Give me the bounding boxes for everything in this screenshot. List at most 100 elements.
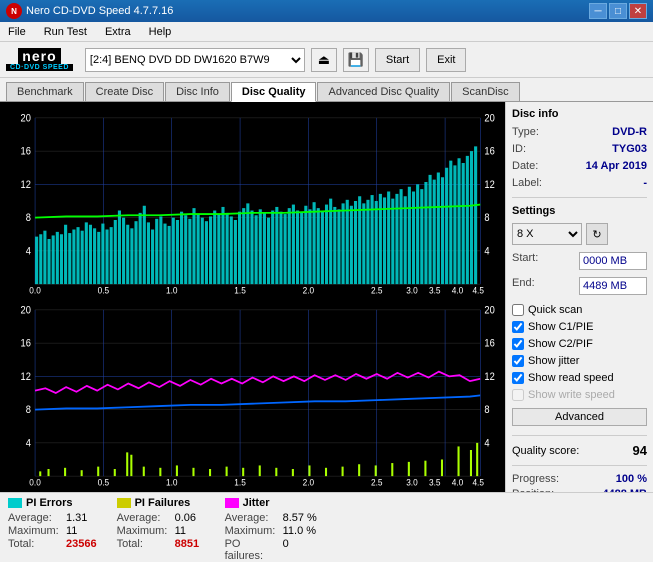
svg-text:0.0: 0.0 bbox=[29, 477, 41, 488]
show-c1-label: Show C1/PIE bbox=[528, 321, 593, 333]
speed-select[interactable]: 8 X bbox=[512, 223, 582, 245]
titlebar: N Nero CD-DVD Speed 4.7.7.16 ─ □ ✕ bbox=[0, 0, 653, 22]
tab-benchmark[interactable]: Benchmark bbox=[6, 82, 84, 101]
svg-text:0.0: 0.0 bbox=[29, 285, 41, 296]
svg-text:16: 16 bbox=[484, 338, 495, 350]
svg-text:20: 20 bbox=[484, 305, 495, 317]
label-row: Label: - bbox=[512, 177, 647, 189]
jitter-legend bbox=[225, 498, 239, 508]
menu-run-test[interactable]: Run Test bbox=[40, 24, 91, 40]
titlebar-buttons: ─ □ ✕ bbox=[589, 3, 647, 19]
svg-text:4: 4 bbox=[26, 246, 32, 258]
pi-failures-avg-value: 0.06 bbox=[175, 512, 205, 524]
jitter-group: Jitter Average: 8.57 % Maximum: 11.0 % P… bbox=[225, 497, 317, 558]
drive-select[interactable]: [2:4] BENQ DVD DD DW1620 B7W9 bbox=[85, 48, 305, 72]
jitter-max-row: Maximum: 11.0 % bbox=[225, 525, 317, 537]
pi-errors-group: PI Errors Average: 1.31 Maximum: 11 Tota… bbox=[8, 497, 97, 558]
maximize-button[interactable]: □ bbox=[609, 3, 627, 19]
quality-score-label: Quality score: bbox=[512, 445, 579, 457]
show-read-label: Show read speed bbox=[528, 372, 614, 384]
svg-text:8: 8 bbox=[26, 213, 32, 225]
label-value: - bbox=[643, 177, 647, 189]
progress-label: Progress: bbox=[512, 473, 559, 485]
type-value: DVD-R bbox=[612, 126, 647, 138]
show-read-checkbox[interactable] bbox=[512, 372, 524, 384]
svg-text:8: 8 bbox=[26, 405, 32, 417]
speed-row: 8 X ↻ bbox=[512, 223, 647, 245]
pi-failures-avg-row: Average: 0.06 bbox=[117, 512, 205, 524]
svg-text:4.0: 4.0 bbox=[452, 285, 464, 296]
show-c2-row: Show C2/PIF bbox=[512, 338, 647, 350]
svg-text:4.0: 4.0 bbox=[452, 477, 464, 488]
top-chart: 20 16 12 8 4 20 16 12 8 4 0.0 0.5 1.0 1.… bbox=[4, 106, 501, 296]
nero-logo-bottom: CD·DVD SPEED bbox=[6, 64, 73, 71]
exit-button[interactable]: Exit bbox=[426, 48, 466, 72]
date-row: Date: 14 Apr 2019 bbox=[512, 160, 647, 172]
pi-failures-max-value: 11 bbox=[175, 525, 205, 537]
end-mb-input[interactable] bbox=[579, 277, 647, 295]
svg-text:2.5: 2.5 bbox=[371, 285, 383, 296]
show-jitter-row: Show jitter bbox=[512, 355, 647, 367]
svg-text:3.0: 3.0 bbox=[406, 285, 418, 296]
start-button[interactable]: Start bbox=[375, 48, 420, 72]
pi-errors-max-label: Maximum: bbox=[8, 525, 60, 537]
svg-text:1.0: 1.0 bbox=[166, 477, 178, 488]
svg-text:1.0: 1.0 bbox=[166, 285, 178, 296]
pi-errors-max-value: 11 bbox=[66, 525, 96, 537]
jitter-title: Jitter bbox=[243, 497, 270, 509]
divider-1 bbox=[512, 197, 647, 198]
quick-scan-checkbox[interactable] bbox=[512, 304, 524, 316]
menu-file[interactable]: File bbox=[4, 24, 30, 40]
main-content: 20 16 12 8 4 20 16 12 8 4 0.0 0.5 1.0 1.… bbox=[0, 102, 653, 492]
eject-icon-button[interactable]: ⏏ bbox=[311, 48, 337, 72]
show-c1-checkbox[interactable] bbox=[512, 321, 524, 333]
show-c1-row: Show C1/PIE bbox=[512, 321, 647, 333]
pi-failures-max-row: Maximum: 11 bbox=[117, 525, 205, 537]
show-jitter-label: Show jitter bbox=[528, 355, 579, 367]
jitter-po-value: 0 bbox=[283, 538, 313, 562]
svg-text:20: 20 bbox=[21, 305, 32, 317]
svg-text:12: 12 bbox=[21, 371, 32, 383]
tab-disc-quality[interactable]: Disc Quality bbox=[231, 82, 317, 102]
pi-failures-legend bbox=[117, 498, 131, 508]
pi-errors-total-row: Total: 23566 bbox=[8, 538, 97, 550]
pi-failures-header: PI Failures bbox=[117, 497, 205, 509]
svg-text:4: 4 bbox=[484, 438, 490, 450]
svg-text:20: 20 bbox=[484, 113, 495, 125]
show-c2-checkbox[interactable] bbox=[512, 338, 524, 350]
svg-text:1.5: 1.5 bbox=[234, 477, 246, 488]
label-label: Label: bbox=[512, 177, 542, 189]
top-chart-svg: 20 16 12 8 4 20 16 12 8 4 0.0 0.5 1.0 1.… bbox=[4, 106, 501, 296]
jitter-max-label: Maximum: bbox=[225, 525, 277, 537]
jitter-header: Jitter bbox=[225, 497, 317, 509]
close-button[interactable]: ✕ bbox=[629, 3, 647, 19]
pi-failures-title: PI Failures bbox=[135, 497, 191, 509]
tab-create-disc[interactable]: Create Disc bbox=[85, 82, 164, 101]
svg-text:3.0: 3.0 bbox=[406, 477, 418, 488]
start-mb-input[interactable] bbox=[579, 252, 647, 270]
app-icon: N bbox=[6, 3, 22, 19]
show-jitter-checkbox[interactable] bbox=[512, 355, 524, 367]
tab-disc-info[interactable]: Disc Info bbox=[165, 82, 230, 101]
minimize-button[interactable]: ─ bbox=[589, 3, 607, 19]
svg-text:20: 20 bbox=[21, 113, 32, 125]
show-read-row: Show read speed bbox=[512, 372, 647, 384]
quick-scan-label: Quick scan bbox=[528, 304, 582, 316]
progress-section: Progress: 100 % Position: 4488 MB Speed:… bbox=[512, 473, 647, 492]
advanced-button[interactable]: Advanced bbox=[512, 408, 647, 426]
end-mb-label: End: bbox=[512, 277, 535, 295]
show-write-checkbox[interactable] bbox=[512, 389, 524, 401]
menu-extra[interactable]: Extra bbox=[101, 24, 135, 40]
pi-failures-total-label: Total: bbox=[117, 538, 169, 550]
settings-title: Settings bbox=[512, 205, 647, 217]
jitter-po-row: PO failures: 0 bbox=[225, 538, 317, 562]
menu-help[interactable]: Help bbox=[145, 24, 176, 40]
svg-text:4: 4 bbox=[484, 246, 490, 258]
svg-text:3.5: 3.5 bbox=[429, 477, 441, 488]
tab-advanced-disc-quality[interactable]: Advanced Disc Quality bbox=[317, 82, 450, 101]
save-icon-button[interactable]: 💾 bbox=[343, 48, 369, 72]
refresh-button[interactable]: ↻ bbox=[586, 223, 608, 245]
tab-scan-disc[interactable]: ScanDisc bbox=[451, 82, 519, 101]
menubar: File Run Test Extra Help bbox=[0, 22, 653, 42]
jitter-avg-label: Average: bbox=[225, 512, 277, 524]
